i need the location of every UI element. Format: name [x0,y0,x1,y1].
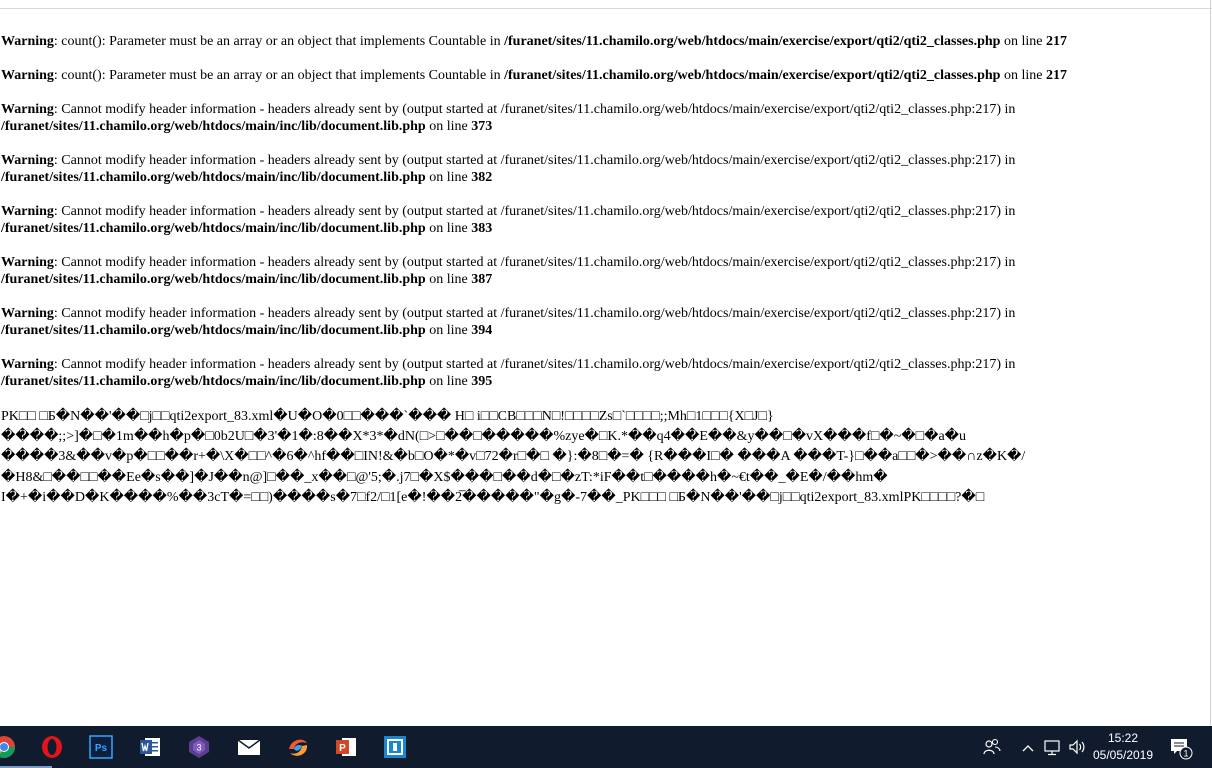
network-button[interactable] [1043,726,1063,768]
svg-text:Ps: Ps [95,743,108,754]
warning-message: : Cannot modify header information - hea… [53,357,1016,372]
taskbar-opera[interactable] [28,726,76,768]
warning-label: Warning [1,357,54,372]
taskbar-app-window[interactable] [371,726,419,768]
notification-icon: 1 [1171,739,1193,760]
mail-icon [237,739,261,755]
php-warning: Warning: Cannot modify header informatio… [1,203,1206,237]
taskbar-word[interactable] [126,726,174,768]
taskbar-mail[interactable] [225,726,273,768]
warning-message: : count(): Parameter must be an array or… [53,68,505,83]
warning-file: /furanet/sites/11.chamilo.org/web/htdocs… [504,68,1001,83]
taskbar-app[interactable]: 3 [175,726,223,768]
warning-message: : Cannot modify header information - hea… [53,255,1016,270]
app-icon: 3 [189,736,209,758]
photoshop-icon: Ps [89,735,113,759]
taskbar-photoshop[interactable]: Ps [77,726,125,768]
warning-label: Warning [1,34,54,49]
warning-label: Warning [1,153,54,168]
warning-file: /furanet/sites/11.chamilo.org/web/htdocs… [1,221,426,236]
warning-line-number: 387 [471,272,493,287]
opera-icon [42,736,62,758]
binary-line: PK□□ □Б�N��'��□j□□qti2export_83.xml�U�O�… [1,409,774,424]
warning-on-line: on line [425,272,472,287]
network-icon [1044,740,1060,756]
binary-line: I�+�i��D�K����%��3cT�=□□)����s�7□f2/□1[e… [1,489,985,505]
php-warning: Warning: Cannot modify header informatio… [1,254,1206,288]
binary-line: ����;;>]�□�1m��h�p�□0b2U□�3'�1�:8��X*3*�… [1,429,967,445]
warning-line-number: 395 [471,374,493,389]
warning-on-line: on line [425,119,472,134]
warning-message: : Cannot modify header information - hea… [53,102,1016,117]
php-warning: Warning: Cannot modify header informatio… [1,152,1206,186]
taskbar-powerpoint[interactable]: P [322,726,370,768]
php-warning: Warning: count(): Parameter must be an a… [1,33,1206,50]
warning-message: : Cannot modify header information - hea… [53,306,1016,321]
warning-label: Warning [1,68,54,83]
swirl-icon [289,739,308,756]
warning-message: : count(): Parameter must be an array or… [53,34,505,49]
warning-on-line: on line [1000,68,1046,83]
php-warning: Warning: Cannot modify header informatio… [1,101,1206,135]
app-window-icon [384,736,406,758]
warning-on-line: on line [425,170,472,185]
taskbar-swirl[interactable] [274,726,322,768]
warning-on-line: on line [425,374,472,389]
warning-line-number: 394 [471,323,493,338]
warning-list: Warning: count(): Parameter must be an a… [1,33,1206,390]
warning-message: : Cannot modify header information - hea… [53,153,1016,168]
speaker-icon [1069,739,1085,755]
warning-file: /furanet/sites/11.chamilo.org/web/htdocs… [1,272,426,287]
warning-file: /furanet/sites/11.chamilo.org/web/htdocs… [1,170,426,185]
svg-text:P: P [339,743,346,754]
powerpoint-icon: P [336,738,356,756]
php-warning: Warning: Cannot modify header informatio… [1,305,1206,339]
warning-file: /furanet/sites/11.chamilo.org/web/htdocs… [1,374,426,389]
page-top-divider [0,8,1212,9]
warning-file: /furanet/sites/11.chamilo.org/web/htdocs… [504,34,1001,49]
warning-line-number: 217 [1045,34,1067,49]
warning-label: Warning [1,255,54,270]
warning-label: Warning [1,102,54,117]
binary-line: ����3&��v�p�□□��r+�\X�□□^�6�^hf��□IN!&�b… [1,449,1026,465]
warning-on-line: on line [1000,34,1046,49]
people-button[interactable] [982,726,1002,768]
svg-text:3: 3 [196,743,201,753]
warning-line-number: 383 [471,221,493,236]
warning-line-number: 382 [471,170,493,185]
php-output: Warning: count(): Parameter must be an a… [1,33,1206,508]
warning-file: /furanet/sites/11.chamilo.org/web/htdocs… [1,119,426,134]
window-edge [1210,0,1211,726]
people-icon [983,738,1001,755]
warning-label: Warning [1,204,54,219]
taskbar: Ps 3 P 15:22 05/05/2019 1 [0,726,1212,768]
warning-label: Warning [1,306,54,321]
clock-date: 05/05/2019 [1092,748,1154,762]
binary-output: PK□□ □Б�N��'��□j□□qti2export_83.xml�U�O�… [1,407,1206,508]
chevron-up-icon [1022,745,1034,752]
notification-count: 1 [1183,749,1188,759]
binary-line: �H8&□��□□��Ee�ѕ��]�J��n@]□��_x��□@'5;�.j… [1,469,888,485]
warning-message: : Cannot modify header information - hea… [53,204,1016,219]
volume-button[interactable] [1067,726,1087,768]
warning-on-line: on line [425,323,472,338]
warning-file: /furanet/sites/11.chamilo.org/web/htdocs… [1,323,426,338]
warning-line-number: 217 [1045,68,1067,83]
action-center-button[interactable]: 1 [1168,726,1194,768]
php-warning: Warning: count(): Parameter must be an a… [1,67,1206,84]
clock-time: 15:22 [1107,731,1139,745]
php-warning: Warning: Cannot modify header informatio… [1,356,1206,390]
warning-on-line: on line [425,221,472,236]
show-hidden-icons-button[interactable] [1020,726,1036,768]
warning-line-number: 373 [471,119,493,134]
word-icon [140,738,160,756]
taskbar-chrome[interactable] [0,726,52,768]
chrome-icon [0,736,15,758]
clock[interactable]: 15:22 05/05/2019 [1092,730,1154,764]
